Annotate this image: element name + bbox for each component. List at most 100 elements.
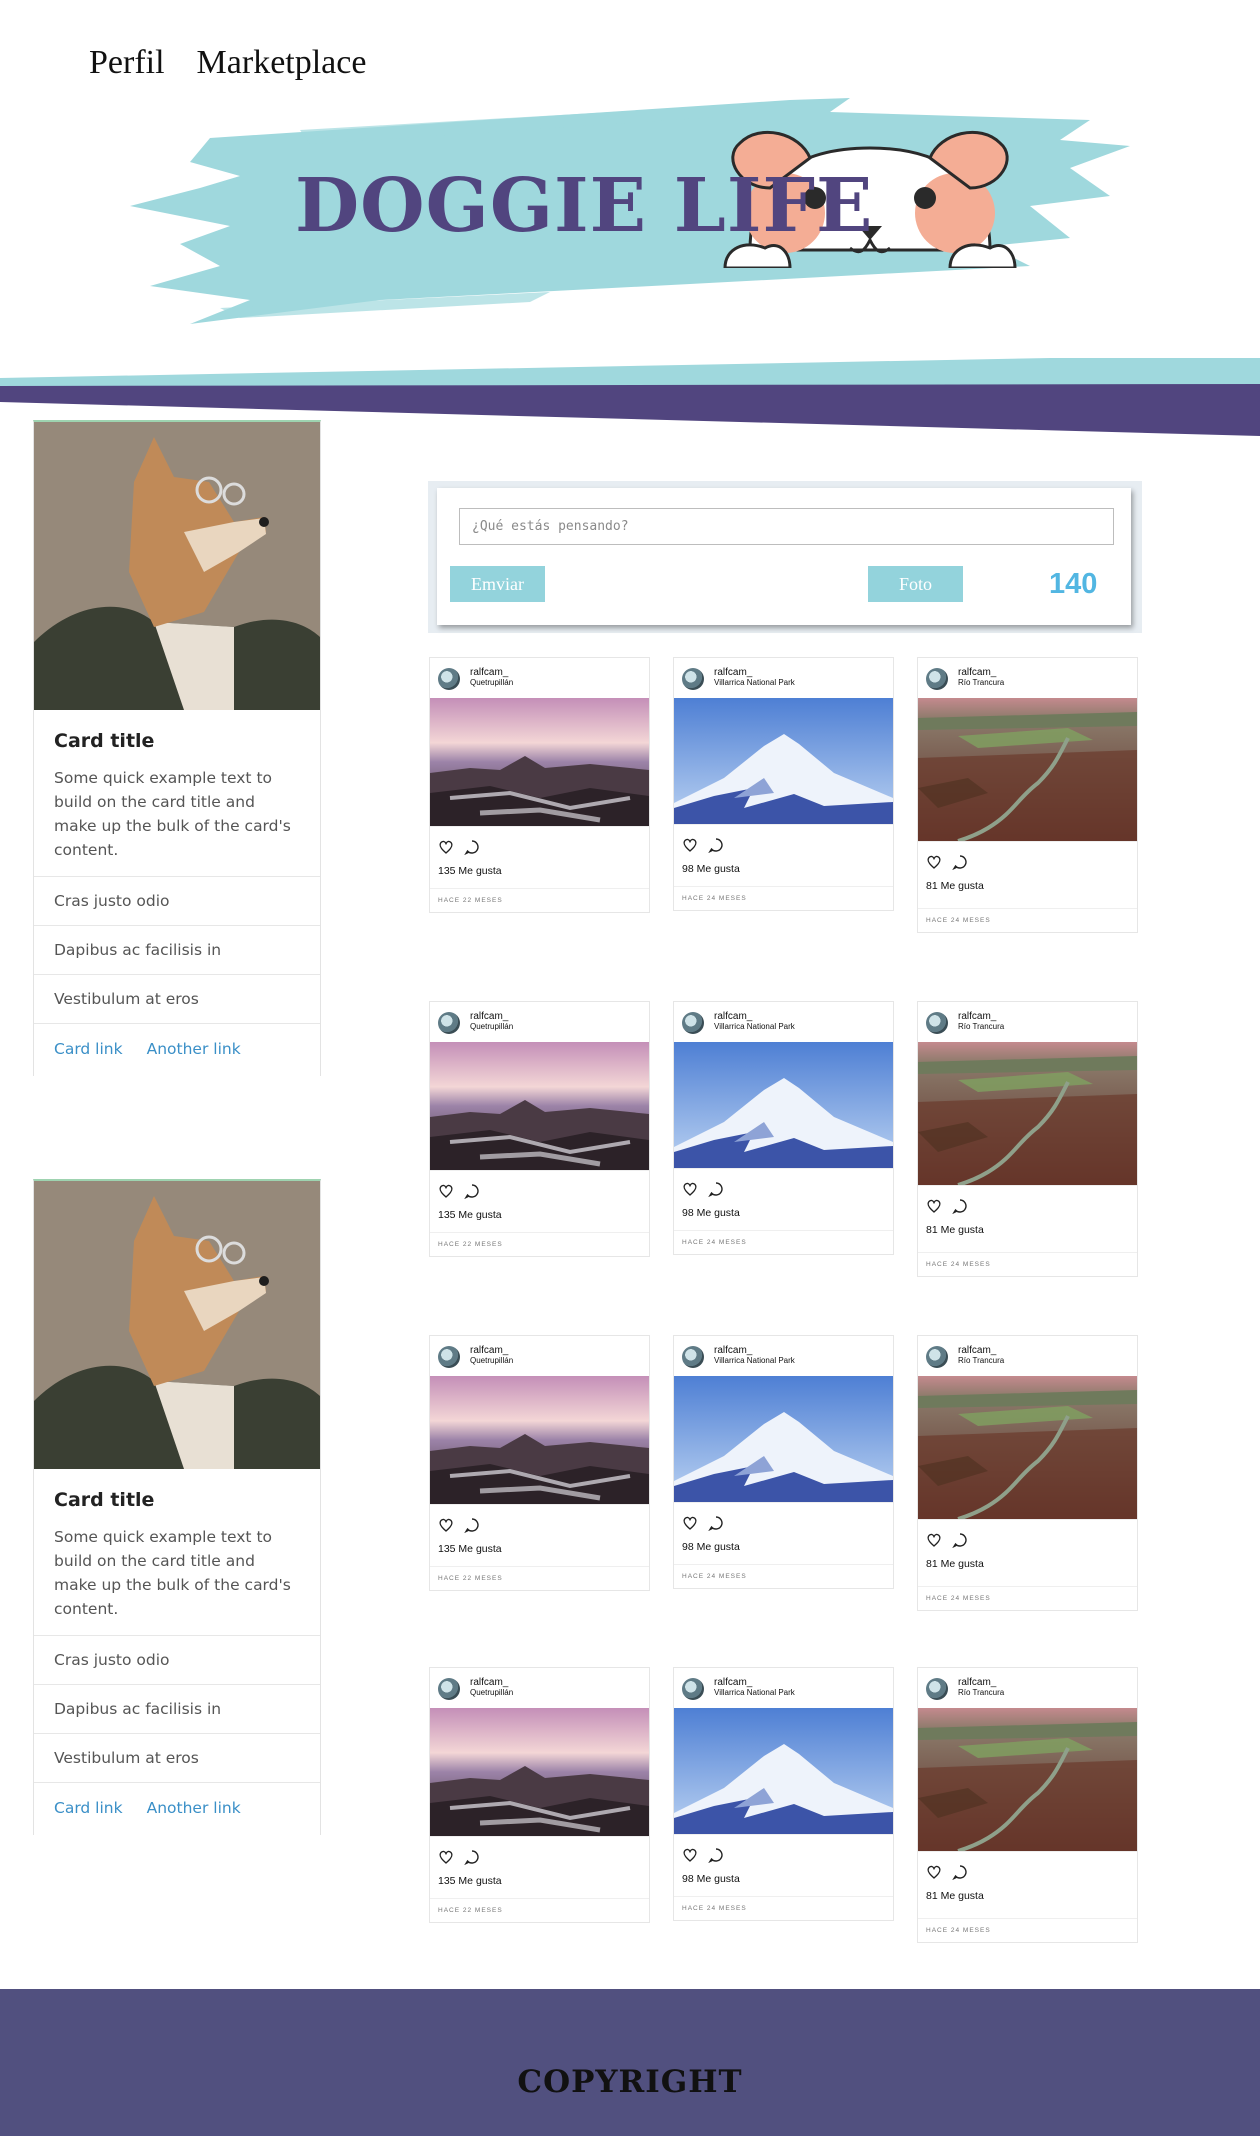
heart-icon[interactable] (438, 1849, 454, 1865)
post-timestamp: HACE 22 MESES (430, 1898, 649, 1922)
post-header: ralfcam_ Quetrupillán (430, 1336, 649, 1376)
heart-icon[interactable] (438, 839, 454, 855)
likes-count: 98 Me gusta (682, 1541, 740, 1553)
card-link[interactable]: Card link (54, 1799, 123, 1817)
post-location[interactable]: Río Trancura (958, 1356, 1004, 1365)
post-username[interactable]: ralfcam_ (714, 667, 752, 678)
post-username[interactable]: ralfcam_ (958, 667, 996, 678)
page: Perfil Marketplace DOGGIE LIFE Card titl… (0, 0, 1260, 2136)
instagram-post: ralfcam_ Río Trancura 81 Me gusta HACE 24 M… (917, 1335, 1138, 1611)
instagram-post: ralfcam_ Río Trancura 81 Me gusta HACE 24 M… (917, 657, 1138, 933)
heart-icon[interactable] (438, 1183, 454, 1199)
post-location[interactable]: Villarrica National Park (714, 1022, 795, 1031)
comment-icon[interactable] (708, 837, 724, 853)
likes-count: 98 Me gusta (682, 1207, 740, 1219)
nav-link-perfil[interactable]: Perfil (89, 44, 165, 82)
post-header: ralfcam_ Río Trancura (918, 1336, 1137, 1376)
avatar[interactable] (438, 1678, 460, 1700)
comment-icon[interactable] (708, 1847, 724, 1863)
post-username[interactable]: ralfcam_ (470, 1345, 508, 1356)
status-input[interactable] (459, 508, 1114, 545)
instagram-post: ralfcam_ Villarrica National Park 98 Me gu… (673, 1335, 894, 1589)
comment-icon[interactable] (952, 1864, 968, 1880)
post-header: ralfcam_ Quetrupillán (430, 658, 649, 698)
post-location[interactable]: Quetrupillán (470, 1356, 513, 1365)
post-username[interactable]: ralfcam_ (714, 1011, 752, 1022)
post-location[interactable]: Quetrupillán (470, 678, 513, 687)
card-title: Card title (54, 730, 155, 752)
post-location[interactable]: Quetrupillán (470, 1022, 513, 1031)
post-actions: 81 Me gusta (918, 841, 1137, 908)
post-username[interactable]: ralfcam_ (470, 1677, 508, 1688)
post-location[interactable]: Río Trancura (958, 1688, 1004, 1697)
another-link[interactable]: Another link (147, 1799, 241, 1817)
photo-button[interactable]: Foto (868, 566, 963, 602)
card-link[interactable]: Card link (54, 1040, 123, 1058)
likes-count: 135 Me gusta (438, 1875, 502, 1887)
post-location[interactable]: Villarrica National Park (714, 1356, 795, 1365)
top-nav: Perfil Marketplace (89, 44, 366, 82)
instagram-post: ralfcam_ Río Trancura 81 Me gusta HACE 24 M… (917, 1001, 1138, 1277)
post-location[interactable]: Villarrica National Park (714, 678, 795, 687)
another-link[interactable]: Another link (147, 1040, 241, 1058)
heart-icon[interactable] (926, 854, 942, 870)
post-actions: 81 Me gusta (918, 1519, 1137, 1586)
nav-link-marketplace[interactable]: Marketplace (197, 44, 367, 82)
likes-count: 81 Me gusta (926, 1224, 984, 1236)
post-timestamp: HACE 24 MESES (674, 1230, 893, 1254)
post-username[interactable]: ralfcam_ (958, 1011, 996, 1022)
post-timestamp: HACE 22 MESES (430, 1566, 649, 1590)
avatar[interactable] (438, 1346, 460, 1368)
likes-count: 135 Me gusta (438, 865, 502, 877)
heart-icon[interactable] (926, 1864, 942, 1880)
avatar[interactable] (438, 1012, 460, 1034)
comment-icon[interactable] (952, 854, 968, 870)
avatar[interactable] (682, 1346, 704, 1368)
post-username[interactable]: ralfcam_ (470, 667, 508, 678)
heart-icon[interactable] (926, 1532, 942, 1548)
card-links: Card link Another link (34, 1024, 320, 1076)
post-username[interactable]: ralfcam_ (714, 1677, 752, 1688)
list-item: Cras justo odio (34, 1636, 320, 1685)
post-username[interactable]: ralfcam_ (470, 1011, 508, 1022)
heart-icon[interactable] (682, 1181, 698, 1197)
avatar[interactable] (682, 668, 704, 690)
heart-icon[interactable] (926, 1198, 942, 1214)
post-timestamp: HACE 24 MESES (918, 1586, 1137, 1610)
avatar[interactable] (926, 1678, 948, 1700)
send-button[interactable]: Emviar (450, 566, 545, 602)
comment-icon[interactable] (464, 1849, 480, 1865)
avatar[interactable] (926, 1346, 948, 1368)
comment-icon[interactable] (464, 1183, 480, 1199)
likes-count: 135 Me gusta (438, 1543, 502, 1555)
comment-icon[interactable] (708, 1515, 724, 1531)
list-item: Vestibulum at eros (34, 1734, 320, 1783)
post-location[interactable]: Río Trancura (958, 678, 1004, 687)
heart-icon[interactable] (682, 1515, 698, 1531)
comment-icon[interactable] (464, 1517, 480, 1533)
comment-icon[interactable] (708, 1181, 724, 1197)
post-location[interactable]: Villarrica National Park (714, 1688, 795, 1697)
heart-icon[interactable] (438, 1517, 454, 1533)
list-item: Vestibulum at eros (34, 975, 320, 1024)
post-username[interactable]: ralfcam_ (714, 1345, 752, 1356)
volcano-snow-photo (674, 1708, 893, 1834)
avatar[interactable] (926, 668, 948, 690)
post-location[interactable]: Quetrupillán (470, 1688, 513, 1697)
post-actions: 135 Me gusta (430, 1170, 649, 1232)
post-username[interactable]: ralfcam_ (958, 1345, 996, 1356)
avatar[interactable] (682, 1012, 704, 1034)
post-username[interactable]: ralfcam_ (958, 1677, 996, 1688)
post-header: ralfcam_ Quetrupillán (430, 1002, 649, 1042)
heart-icon[interactable] (682, 837, 698, 853)
comment-icon[interactable] (952, 1532, 968, 1548)
comment-icon[interactable] (464, 839, 480, 855)
avatar[interactable] (438, 668, 460, 690)
post-location[interactable]: Río Trancura (958, 1022, 1004, 1031)
footer: COPYRIGHT (0, 1989, 1260, 2136)
avatar[interactable] (682, 1678, 704, 1700)
heart-icon[interactable] (682, 1847, 698, 1863)
avatar[interactable] (926, 1012, 948, 1034)
copyright-text: COPYRIGHT (517, 2064, 743, 2100)
comment-icon[interactable] (952, 1198, 968, 1214)
